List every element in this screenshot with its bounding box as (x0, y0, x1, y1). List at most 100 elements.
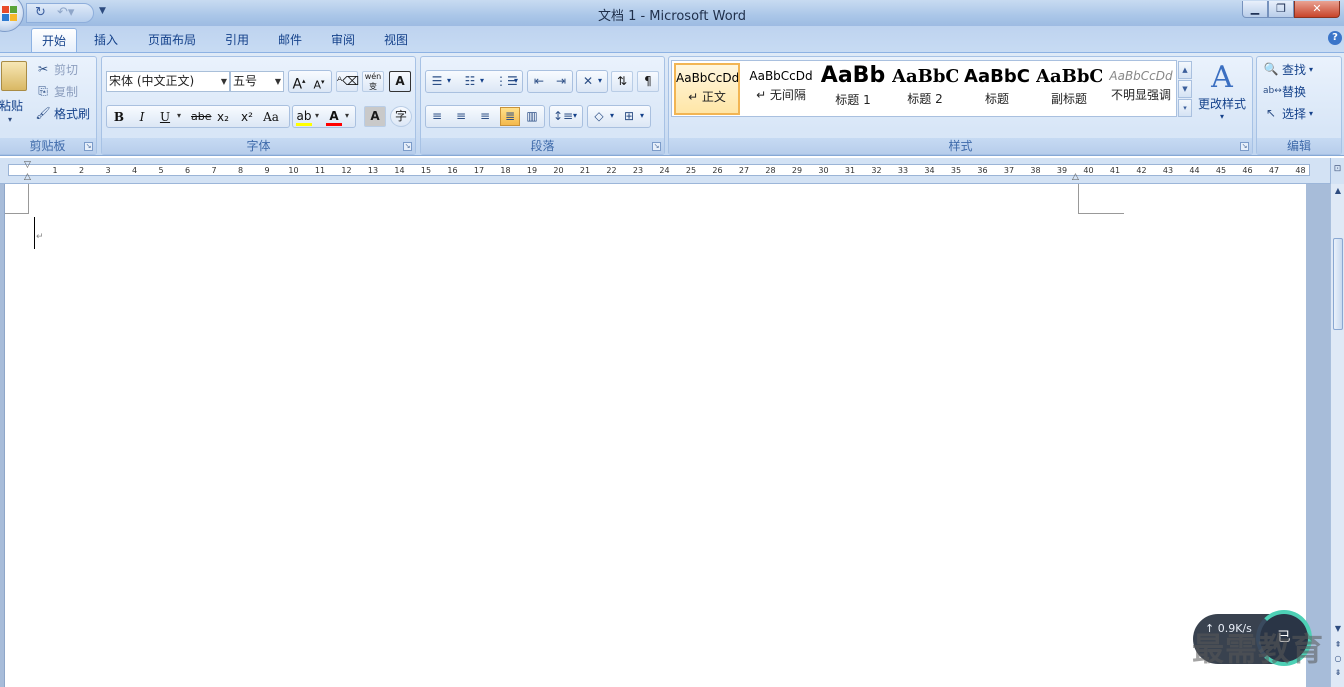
style-item[interactable]: AaBb 标题 1 (820, 63, 886, 115)
select-button[interactable]: ↖ 选择 ▾ (1263, 103, 1313, 123)
character-shading-icon[interactable]: A (364, 106, 386, 127)
font-style-group: B I U ▾ abe x₂ x² Aa (106, 105, 290, 128)
shading-dropdown-icon[interactable]: ▾ (610, 111, 614, 120)
tab-view[interactable]: 视图 (384, 31, 408, 48)
style-item[interactable]: AaBbCcDd 不明显强调 (1108, 63, 1174, 115)
bullets-dropdown-icon[interactable]: ▾ (447, 76, 451, 85)
bullets-icon[interactable]: ☰ (429, 73, 445, 89)
styles-launcher-icon[interactable]: ↘ (1240, 142, 1249, 151)
increase-indent-icon[interactable]: ⇥ (553, 73, 569, 89)
shading-icon[interactable]: ◇ (591, 108, 607, 124)
sort-icon[interactable]: ⇅ (611, 71, 633, 92)
document-page[interactable]: ↵ (4, 184, 1306, 687)
style-item[interactable]: AaBbC 副标题 (1036, 63, 1102, 115)
asian-layout-icon[interactable]: ✕ (580, 73, 596, 89)
gallery-down-icon[interactable]: ▼ (1178, 80, 1192, 98)
paragraph-launcher-icon[interactable]: ↘ (652, 142, 661, 151)
strikethrough-button[interactable]: abe (191, 109, 212, 125)
decrease-indent-icon[interactable]: ⇤ (531, 73, 547, 89)
style-item[interactable]: AaBbC 标题 2 (892, 63, 958, 115)
multilevel-list-icon[interactable]: ⋮☰ (495, 73, 518, 89)
tab-references[interactable]: 引用 (225, 31, 249, 48)
font-size-select[interactable]: 五号 ▼ (230, 71, 284, 92)
help-icon[interactable]: ? (1328, 31, 1342, 45)
close-button[interactable]: ✕ (1294, 1, 1340, 18)
find-button[interactable]: 🔍 查找 ▾ (1263, 59, 1314, 79)
format-painter-button[interactable]: 🖌 格式刷 (35, 103, 90, 123)
scroll-down-icon[interactable]: ▼ (1333, 624, 1343, 633)
gallery-more-icon[interactable]: ▾ (1178, 99, 1192, 117)
copy-button[interactable]: ⎘ 复制 (35, 81, 78, 101)
style-item[interactable]: AaBbCcDd ↵ 无间隔 (748, 63, 814, 115)
borders-icon[interactable]: ⊞ (621, 108, 637, 124)
italic-button[interactable]: I (134, 109, 150, 125)
font-color-dropdown-icon[interactable]: ▾ (345, 111, 349, 120)
ruler-number: 5 (158, 166, 164, 175)
scroll-up-icon[interactable]: ▲ (1333, 186, 1343, 195)
tab-mailings[interactable]: 邮件 (278, 31, 302, 48)
asian-layout-dropdown-icon[interactable]: ▾ (598, 76, 602, 85)
gallery-up-icon[interactable]: ▲ (1178, 61, 1192, 79)
highlight-dropdown-icon[interactable]: ▾ (315, 111, 319, 120)
align-right-icon[interactable]: ≡ (477, 108, 493, 124)
style-item[interactable]: AaBbCcDd ↵ 正文 (674, 63, 740, 115)
numbering-dropdown-icon[interactable]: ▾ (480, 76, 484, 85)
superscript-button[interactable]: x² (239, 109, 255, 125)
ruler-number: 38 (1030, 166, 1041, 175)
multilevel-dropdown-icon[interactable]: ▾ (514, 76, 518, 85)
font-family-select[interactable]: 宋体 (中文正文) ▼ (106, 71, 230, 92)
hanging-indent-icon[interactable]: △ (24, 172, 31, 182)
font-color-icon[interactable]: A (326, 108, 342, 126)
line-spacing-dropdown-icon[interactable]: ▾ (573, 111, 577, 120)
align-center-icon[interactable]: ≡ (453, 108, 469, 124)
tab-page-layout[interactable]: 页面布局 (148, 31, 196, 48)
ruler-number: 34 (924, 166, 935, 175)
clipboard-launcher-icon[interactable]: ↘ (84, 142, 93, 151)
highlight-icon[interactable]: ab (296, 108, 312, 126)
clear-formatting-icon[interactable]: ᴬ⌫ (336, 71, 359, 92)
restore-button[interactable]: ❐ (1268, 1, 1294, 18)
clipboard-group-label: 剪贴板 (0, 138, 96, 154)
cut-button[interactable]: ✂ 剪切 (35, 59, 78, 79)
enclose-characters-icon[interactable]: 字 (390, 106, 412, 127)
tab-review[interactable]: 审阅 (331, 31, 355, 48)
distributed-icon[interactable]: ▥ (524, 108, 540, 124)
style-item[interactable]: AaBbC 标题 (964, 63, 1030, 115)
show-marks-icon[interactable]: ¶ (637, 71, 659, 92)
ruler-number: 44 (1189, 166, 1200, 175)
ruler-number: 43 (1162, 166, 1174, 175)
line-spacing-icon[interactable]: ↕≡ (553, 108, 573, 124)
view-ruler-icon[interactable]: ⊡ (1330, 158, 1344, 184)
bold-button[interactable]: B (111, 109, 127, 125)
character-border-icon[interactable]: A (389, 71, 411, 92)
phonetic-guide-icon[interactable]: wén 变 (362, 71, 384, 92)
underline-dropdown-icon[interactable]: ▾ (177, 111, 181, 120)
shrink-font-icon[interactable]: A▾ (311, 74, 327, 92)
borders-dropdown-icon[interactable]: ▾ (640, 111, 644, 120)
tab-home[interactable]: 开始 (31, 28, 77, 53)
margin-corner-top-right (1078, 184, 1124, 214)
paste-dropdown-icon[interactable]: ▾ (8, 115, 12, 124)
vertical-scrollbar[interactable]: ▲ ▼ ⇞ ○ ⇟ (1330, 184, 1344, 687)
ruler-number: 12 (341, 166, 352, 175)
scroll-thumb[interactable] (1333, 238, 1343, 330)
change-styles-button[interactable]: A 更改样式 ▾ (1194, 61, 1250, 122)
select-browse-object-icon[interactable]: ○ (1333, 654, 1343, 663)
numbering-icon[interactable]: ☷ (462, 73, 478, 89)
font-launcher-icon[interactable]: ↘ (403, 142, 412, 151)
change-case-button[interactable]: Aa (263, 109, 279, 125)
grow-font-icon[interactable]: A▴ (291, 73, 307, 93)
first-line-indent-icon[interactable]: ▽ (24, 160, 31, 170)
horizontal-ruler[interactable]: 1 2 3 4 5 6 7 8 9 10 11 12 13 14 15 16 17 18 19 20 21 22 23 24 2… (0, 158, 1330, 184)
align-left-icon[interactable]: ≡ (429, 108, 445, 124)
underline-button[interactable]: U (157, 109, 173, 125)
minimize-button[interactable]: ▁ (1242, 1, 1268, 18)
replace-button[interactable]: ab↔ 替换 (1263, 81, 1306, 101)
tab-insert[interactable]: 插入 (94, 31, 118, 48)
next-page-icon[interactable]: ⇟ (1333, 668, 1343, 677)
subscript-button[interactable]: x₂ (215, 109, 231, 125)
paste-button[interactable]: 粘贴 (0, 95, 23, 115)
previous-page-icon[interactable]: ⇞ (1333, 640, 1343, 649)
justify-icon[interactable]: ≣ (500, 107, 520, 126)
right-indent-icon[interactable]: △ (1072, 172, 1079, 182)
